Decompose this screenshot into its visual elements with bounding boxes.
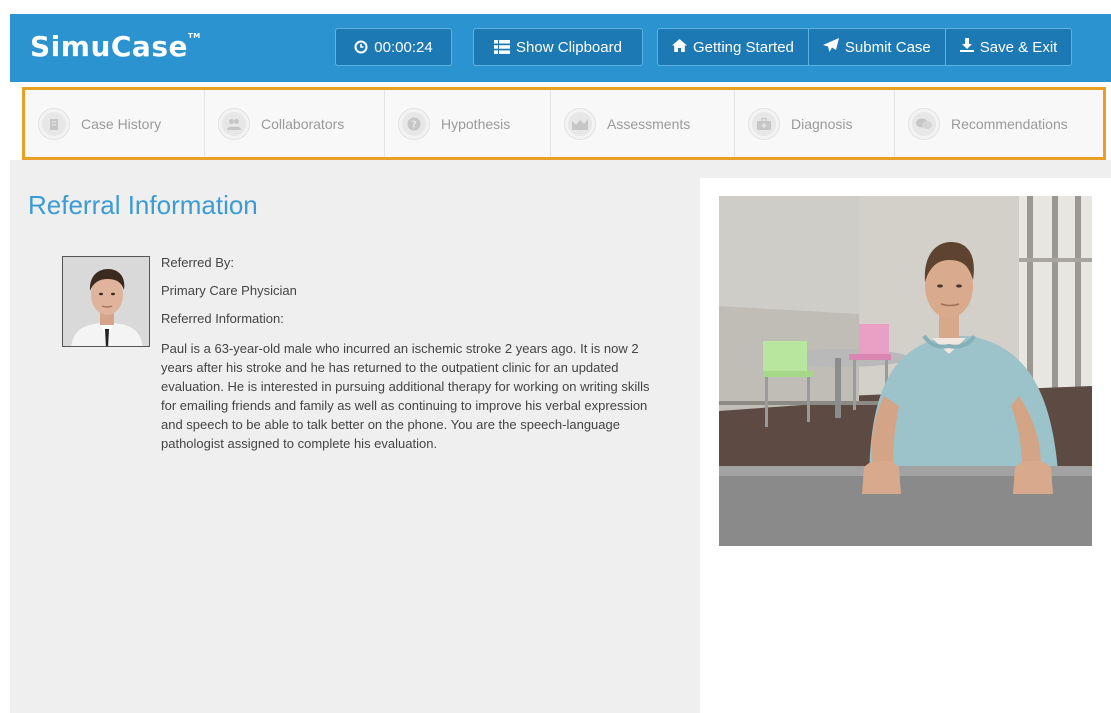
referred-by-label: Referred By: bbox=[161, 255, 234, 270]
save-exit-button[interactable]: Save & Exit bbox=[945, 29, 1072, 65]
physician-avatar bbox=[62, 256, 150, 347]
chart-icon bbox=[565, 108, 595, 139]
patient-image bbox=[719, 196, 1092, 546]
referred-information-label: Referred Information: bbox=[161, 311, 284, 326]
patient-media-panel bbox=[702, 178, 1111, 713]
tab-hypothesis[interactable]: ? Hypothesis bbox=[385, 90, 551, 157]
step-navigation: Case History Collaborators ? Hypothesis … bbox=[22, 87, 1106, 160]
tab-diagnosis[interactable]: Diagnosis bbox=[735, 90, 895, 157]
clock-icon bbox=[354, 40, 368, 54]
tab-recommendations[interactable]: Recommendations bbox=[895, 90, 1103, 157]
tab-collaborators[interactable]: Collaborators bbox=[205, 90, 385, 157]
referred-information-text: Paul is a 63-year-old male who incurred … bbox=[161, 341, 650, 451]
right-panel-gap bbox=[700, 160, 1111, 178]
building-icon bbox=[39, 108, 69, 139]
referred-by-value: Primary Care Physician bbox=[161, 283, 297, 298]
download-icon bbox=[959, 38, 974, 56]
question-icon: ? bbox=[399, 108, 429, 139]
send-icon bbox=[822, 38, 839, 56]
tab-case-history[interactable]: Case History bbox=[25, 90, 205, 157]
page-title: Referral Information bbox=[28, 190, 258, 220]
people-icon bbox=[219, 108, 249, 139]
home-icon bbox=[672, 38, 687, 56]
svg-text:?: ? bbox=[411, 119, 417, 130]
referral-details: Referred By: Primary Care Physician Refe… bbox=[161, 255, 661, 453]
show-clipboard-button[interactable]: Show Clipboard bbox=[473, 28, 643, 66]
tab-assessments[interactable]: Assessments bbox=[551, 90, 735, 157]
simucase-logo: SimuCaseTM bbox=[30, 30, 201, 63]
list-icon bbox=[494, 40, 511, 54]
speech-bubbles-icon bbox=[909, 108, 939, 139]
referral-panel: Referral Information Referred By: Primar… bbox=[10, 160, 700, 713]
app-header: SimuCaseTM 00:00:24 Show Clipboard Getti… bbox=[10, 14, 1111, 82]
timer-display: 00:00:24 bbox=[335, 28, 452, 66]
header-action-group: Getting Started Submit Case Save & Exit bbox=[657, 28, 1073, 66]
medical-bag-icon bbox=[749, 108, 779, 139]
getting-started-button[interactable]: Getting Started bbox=[658, 29, 809, 65]
submit-case-button[interactable]: Submit Case bbox=[808, 29, 946, 65]
